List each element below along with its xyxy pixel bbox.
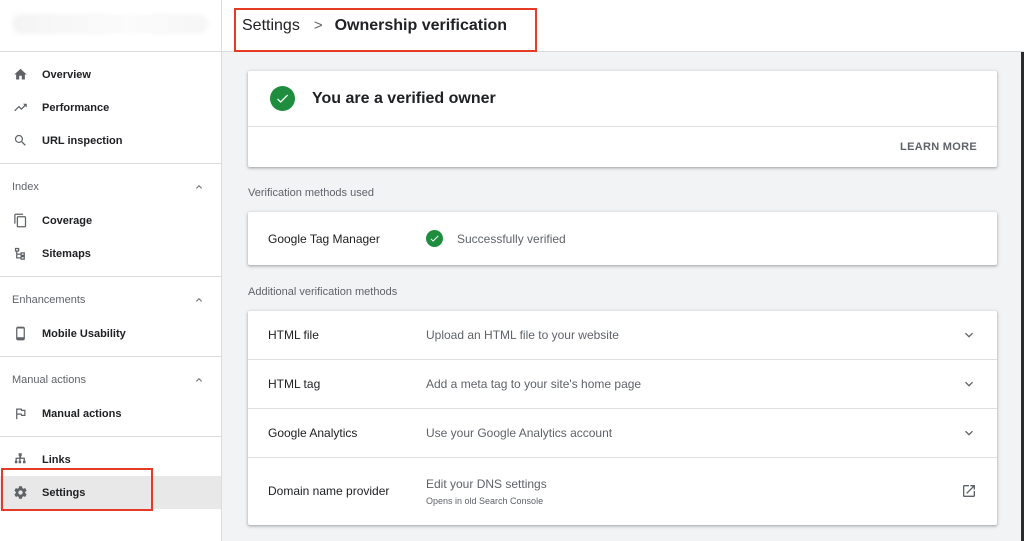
method-row-html-file[interactable]: HTML file Upload an HTML file to your we… xyxy=(248,311,997,360)
page-title: Ownership verification xyxy=(334,16,508,34)
method-description: Edit your DNS settings xyxy=(426,476,547,491)
section-header-manual-actions[interactable]: Manual actions xyxy=(0,363,221,397)
breadcrumb-settings[interactable]: Settings xyxy=(242,17,300,35)
sidebar-item-label: Mobile Usability xyxy=(42,327,126,340)
sidebar-item-label: Coverage xyxy=(42,214,93,227)
check-circle-icon xyxy=(270,86,295,111)
sidebar-item-label: Sitemaps xyxy=(42,247,91,260)
sidebar-item-links[interactable]: Links xyxy=(0,443,221,476)
home-icon xyxy=(12,67,28,83)
section-header-enhancements[interactable]: Enhancements xyxy=(0,283,221,317)
main-content: You are a verified owner LEARN MORE Veri… xyxy=(222,52,1024,541)
nav-group-enhancements: Enhancements Mobile Usability xyxy=(0,277,221,357)
method-row-google-analytics[interactable]: Google Analytics Use your Google Analyti… xyxy=(248,409,997,458)
method-subtext: Opens in old Search Console xyxy=(426,495,544,506)
section-heading: Index xyxy=(12,181,39,193)
sidebar-item-label: Settings xyxy=(42,486,86,499)
nav-group-manual-actions: Manual actions Manual actions xyxy=(0,357,221,437)
method-description: Use your Google Analytics account xyxy=(426,426,613,440)
sidebar-item-label: Performance xyxy=(42,101,110,114)
chevron-right-icon: > xyxy=(313,17,323,34)
sidebar: Overview Performance URL inspection Inde… xyxy=(0,0,222,541)
sidebar-item-label: Manual actions xyxy=(42,407,122,420)
sidebar-item-overview[interactable]: Overview xyxy=(0,58,221,91)
sidebar-item-coverage[interactable]: Coverage xyxy=(0,204,221,237)
sidebar-item-sitemaps[interactable]: Sitemaps xyxy=(0,237,221,270)
method-description-block: Edit your DNS settings Opens in old Sear… xyxy=(426,477,547,506)
flag-icon xyxy=(12,406,28,422)
property-name-blurred xyxy=(12,14,208,34)
coverage-icon xyxy=(12,213,28,229)
gear-icon xyxy=(12,485,28,501)
sidebar-item-label: Links xyxy=(42,453,71,466)
links-icon xyxy=(12,452,28,468)
verified-owner-footer: LEARN MORE xyxy=(248,127,997,166)
sidebar-item-manual-actions[interactable]: Manual actions xyxy=(0,397,221,430)
nav-group-bottom: Links Settings xyxy=(0,437,221,515)
method-name: HTML file xyxy=(268,328,319,342)
chevron-up-icon xyxy=(196,378,202,382)
method-description: Add a meta tag to your site's home page xyxy=(426,377,642,391)
section-header-index[interactable]: Index xyxy=(0,170,221,204)
chevron-down-icon[interactable] xyxy=(961,327,977,343)
chevron-down-icon[interactable] xyxy=(961,376,977,392)
property-selector[interactable] xyxy=(0,0,221,52)
method-name: HTML tag xyxy=(268,377,321,391)
verification-status: Successfully verified xyxy=(457,231,566,246)
methods-used-heading: Verification methods used xyxy=(248,187,374,199)
section-heading: Manual actions xyxy=(12,374,86,386)
verified-owner-card: You are a verified owner LEARN MORE xyxy=(248,71,997,167)
open-in-new-icon[interactable] xyxy=(961,483,977,499)
chevron-down-icon[interactable] xyxy=(961,425,977,441)
methods-used-card: Google Tag Manager Successfully verified xyxy=(248,212,997,265)
method-name: Google Analytics xyxy=(268,426,358,440)
nav-group-index: Index Coverage Sitemaps xyxy=(0,164,221,277)
search-icon xyxy=(12,133,28,149)
method-name: Google Tag Manager xyxy=(268,231,380,246)
section-heading: Enhancements xyxy=(12,294,86,306)
learn-more-button[interactable]: LEARN MORE xyxy=(900,141,977,153)
verified-owner-header: You are a verified owner xyxy=(248,71,997,127)
sidebar-item-label: Overview xyxy=(42,68,91,81)
sidebar-item-settings[interactable]: Settings xyxy=(0,476,221,509)
sidebar-item-label: URL inspection xyxy=(42,134,123,147)
method-row-domain-name-provider[interactable]: Domain name provider Edit your DNS setti… xyxy=(248,458,997,524)
sidebar-item-performance[interactable]: Performance xyxy=(0,91,221,124)
check-circle-icon xyxy=(426,230,443,247)
chevron-up-icon xyxy=(196,298,202,302)
chevron-up-icon xyxy=(196,185,202,189)
nav-group-main: Overview Performance URL inspection xyxy=(0,52,221,164)
mobile-icon xyxy=(12,326,28,342)
additional-methods-heading: Additional verification methods xyxy=(248,286,398,298)
verified-owner-title: You are a verified owner xyxy=(312,89,496,107)
sidebar-item-mobile-usability[interactable]: Mobile Usability xyxy=(0,317,221,350)
breadcrumb: Settings > Ownership verification xyxy=(242,17,507,35)
additional-methods-card: HTML file Upload an HTML file to your we… xyxy=(248,311,997,525)
method-row-html-tag[interactable]: HTML tag Add a meta tag to your site's h… xyxy=(248,360,997,409)
header: Settings > Ownership verification xyxy=(222,0,1024,52)
sitemap-icon xyxy=(12,246,28,262)
method-name: Domain name provider xyxy=(268,484,390,498)
method-description: Upload an HTML file to your website xyxy=(426,328,619,342)
trending-up-icon xyxy=(12,100,28,116)
sidebar-item-url-inspection[interactable]: URL inspection xyxy=(0,124,221,157)
